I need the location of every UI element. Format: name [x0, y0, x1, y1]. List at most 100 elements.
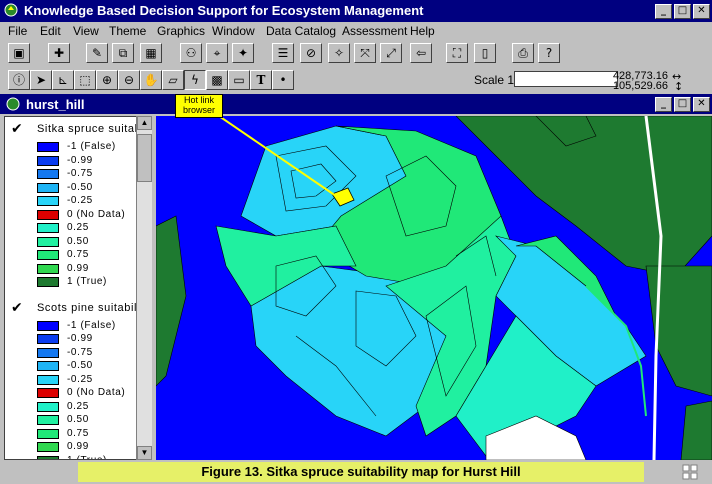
- legend-swatch: [37, 388, 59, 398]
- legend-class-label: 0.25: [67, 400, 89, 412]
- vertex-tool[interactable]: ⊾: [52, 70, 74, 90]
- view-maximize-button[interactable]: □: [674, 97, 691, 112]
- edit-legend-icon: ⧉: [118, 46, 128, 60]
- promote-button[interactable]: ✧: [328, 43, 350, 63]
- find-icon: ⚇: [185, 46, 197, 60]
- find-button[interactable]: ⚇: [180, 43, 202, 63]
- select-features-button[interactable]: ⛶: [446, 43, 468, 63]
- promote-icon: ✧: [333, 46, 345, 60]
- zoom-extent-button[interactable]: ⤧: [354, 43, 376, 63]
- menu-theme[interactable]: Theme: [109, 24, 146, 38]
- woodland-area: [680, 400, 712, 460]
- text-tool[interactable]: T: [250, 70, 272, 90]
- view-close-button[interactable]: ✕: [693, 97, 710, 112]
- clear-selection-button[interactable]: ⊘: [300, 43, 322, 63]
- select-all-button[interactable]: ☰: [272, 43, 294, 63]
- scale-label: Scale 1:: [474, 73, 518, 87]
- layer-visibility-checkbox[interactable]: ✔: [11, 121, 23, 137]
- legend-swatch: [37, 196, 59, 206]
- view-minimize-button[interactable]: _: [655, 97, 672, 112]
- layer-visibility-checkbox[interactable]: ✔: [11, 300, 23, 316]
- app-title-bar: Knowledge Based Decision Support for Eco…: [0, 0, 712, 22]
- menu-help[interactable]: Help: [410, 24, 435, 38]
- identify-tool[interactable]: ⓘ: [8, 70, 30, 90]
- scroll-down-icon[interactable]: ▼: [137, 446, 152, 460]
- scroll-thumb[interactable]: [137, 134, 152, 182]
- coordinate-y: 105,529.66: [612, 80, 668, 92]
- menu-assessment[interactable]: Assessment: [342, 24, 407, 38]
- menu-file[interactable]: File: [8, 24, 27, 38]
- zoom-full-button[interactable]: ⤢: [380, 43, 402, 63]
- minimize-button[interactable]: _: [655, 4, 672, 19]
- measure-icon: ⏥: [168, 73, 178, 87]
- legend-class-label: -0.25: [67, 195, 93, 206]
- pointer-tool[interactable]: ➤: [30, 70, 52, 90]
- locate-icon: ⌖: [213, 46, 221, 60]
- figure-caption: Figure 13. Sitka spruce suitability map …: [78, 462, 644, 482]
- identify-icon: ⓘ: [12, 73, 25, 87]
- theme-properties-button[interactable]: ✎: [86, 43, 108, 63]
- map-display[interactable]: [156, 116, 712, 460]
- select-icon: ☰: [277, 46, 289, 60]
- arrows-vertical-icon: ↕: [674, 80, 684, 93]
- zoom-previous-button[interactable]: ⇦: [410, 43, 432, 63]
- point-tool[interactable]: •: [272, 70, 294, 90]
- pan-tool[interactable]: ✋: [140, 70, 162, 90]
- zoom-extent-icon: ⤧: [360, 46, 370, 60]
- select-area-tool[interactable]: ⬚: [74, 70, 96, 90]
- legend-swatch: [37, 428, 59, 439]
- app-logo-icon: [4, 3, 18, 17]
- help-icon: ?: [545, 46, 553, 60]
- label-tool[interactable]: ▭: [228, 70, 250, 90]
- zoom-in-tool[interactable]: ⊕: [96, 70, 118, 90]
- scale-input[interactable]: [514, 71, 618, 87]
- zoom-in-icon: ⊕: [101, 73, 113, 87]
- area-of-interest-icon: ▩: [211, 73, 223, 87]
- maximize-button[interactable]: □: [674, 4, 691, 19]
- view-icon: [6, 97, 20, 111]
- menu-data-catalog[interactable]: Data Catalog: [266, 24, 336, 38]
- area-of-interest-tool[interactable]: ▩: [206, 70, 228, 90]
- save-button[interactable]: ▣: [8, 43, 30, 63]
- query-button[interactable]: ✦: [232, 43, 254, 63]
- menu-view[interactable]: View: [73, 24, 99, 38]
- legend-class-label: 0 (No Data): [67, 387, 126, 398]
- help-button[interactable]: ?: [538, 43, 560, 63]
- legend-swatch: [37, 455, 59, 459]
- legend-scrollbar[interactable]: ▲ ▼: [136, 116, 152, 460]
- print-button[interactable]: ⎙: [512, 43, 534, 63]
- edit-legend-button[interactable]: ⧉: [112, 43, 134, 63]
- legend-class-label: -1 (False): [67, 141, 116, 152]
- legend-swatch: [37, 209, 59, 220]
- legend-swatch: [37, 169, 59, 179]
- menu-window[interactable]: Window: [212, 24, 255, 38]
- legend-class-label: 0 (No Data): [67, 208, 126, 220]
- legend-class-label: -0.50: [67, 181, 93, 193]
- layer-title[interactable]: Sitka spruce suitabi: [37, 123, 144, 135]
- scroll-up-icon[interactable]: ▲: [137, 116, 152, 130]
- locate-button[interactable]: ⌖: [206, 43, 228, 63]
- hotlink-tool[interactable]: ϟ: [184, 70, 206, 90]
- legend-class-label: 0.50: [67, 235, 89, 247]
- legend-class-label: -0.75: [67, 346, 93, 358]
- view-title-bar: hurst_hill _ □ ✕: [0, 94, 712, 114]
- legend-swatch: [37, 320, 59, 331]
- layer-title[interactable]: Scots pine suitabilit: [37, 302, 144, 314]
- close-button[interactable]: ✕: [693, 4, 710, 19]
- table-button[interactable]: ▦: [140, 43, 162, 63]
- menu-edit[interactable]: Edit: [40, 24, 61, 38]
- legend-class-label: -0.50: [67, 360, 93, 371]
- table-of-contents: ✔ Sitka spruce suitabi -1 (False) -0.99 -0.7…: [4, 116, 152, 460]
- hotlink-tooltip: Hot link browser: [175, 94, 223, 118]
- measure-tool[interactable]: ⏥: [162, 70, 184, 90]
- menu-graphics[interactable]: Graphics: [157, 24, 205, 38]
- legend-swatch: [37, 236, 59, 247]
- layout-button[interactable]: ▯: [474, 43, 496, 63]
- add-theme-button[interactable]: ✚: [48, 43, 70, 63]
- legend-swatch: [37, 374, 59, 385]
- pan-icon: ✋: [143, 73, 159, 87]
- legend-class-label: -0.25: [67, 373, 93, 385]
- theme-properties-icon: ✎: [91, 46, 103, 60]
- zoom-out-tool[interactable]: ⊖: [118, 70, 140, 90]
- legend-swatch: [37, 442, 59, 452]
